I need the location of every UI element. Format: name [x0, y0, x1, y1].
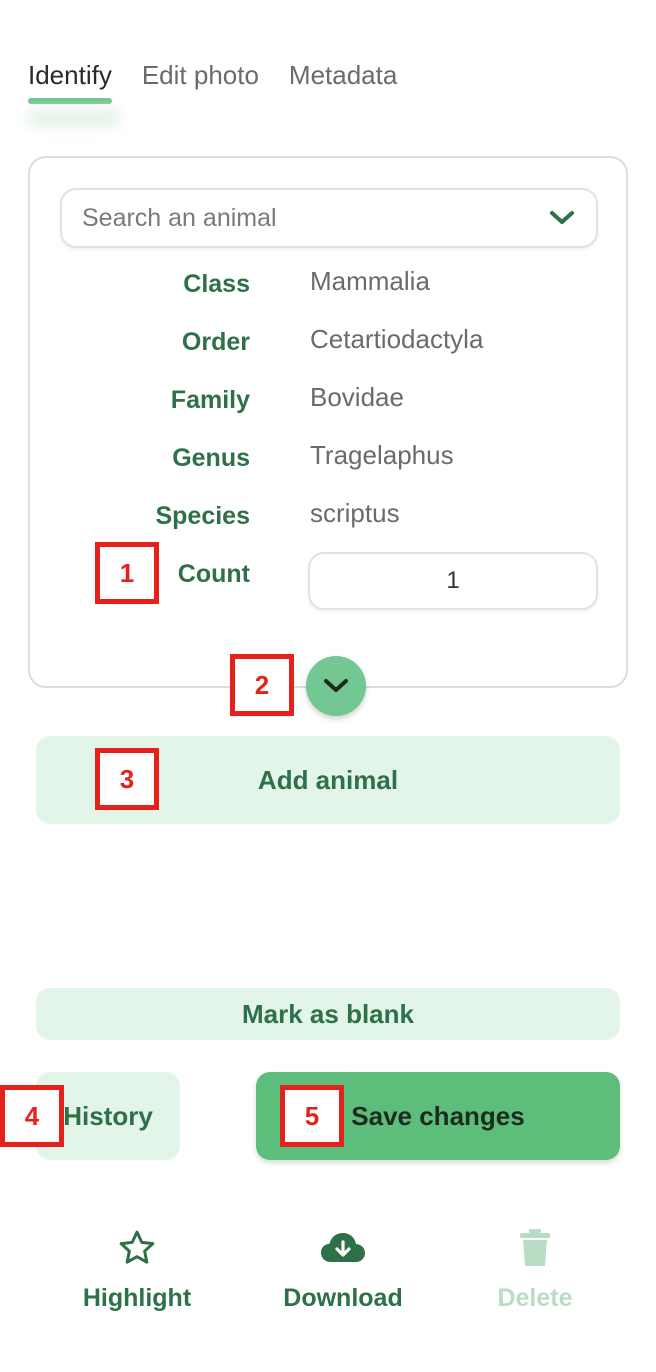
tab-metadata[interactable]: Metadata: [289, 56, 397, 104]
download-action[interactable]: Download: [263, 1226, 423, 1326]
annotation-marker-3: 3: [95, 748, 159, 810]
animal-search-select[interactable]: [60, 188, 598, 248]
family-label: Family: [170, 386, 250, 414]
order-label: Order: [181, 328, 250, 356]
taxonomy-row-class: Class Mammalia: [30, 266, 630, 310]
star-icon: [117, 1226, 157, 1270]
taxonomy-row-order: Order Cetartiodactyla: [30, 324, 630, 368]
chevron-down-icon[interactable]: [548, 204, 576, 232]
annotation-marker-2: 2: [230, 654, 294, 716]
expand-button[interactable]: [306, 656, 366, 716]
annotation-marker-5: 5: [280, 1085, 344, 1147]
mark-as-blank-button[interactable]: Mark as blank: [36, 988, 620, 1040]
download-label: Download: [283, 1284, 403, 1312]
genus-label: Genus: [172, 444, 250, 472]
tab-identify[interactable]: Identify: [28, 56, 112, 104]
annotation-marker-1: 1: [95, 542, 159, 604]
search-input[interactable]: [82, 203, 548, 233]
delete-action[interactable]: Delete: [455, 1226, 615, 1326]
family-value: Bovidae: [310, 382, 404, 412]
tab-shadow: [28, 108, 120, 128]
cloud-download-icon: [319, 1226, 367, 1270]
taxonomy-row-species: Species scriptus: [30, 498, 630, 542]
count-label: Count: [177, 560, 250, 588]
trash-icon: [518, 1226, 552, 1270]
class-value: Mammalia: [310, 266, 430, 296]
highlight-action[interactable]: Highlight: [57, 1226, 217, 1326]
tab-edit-photo[interactable]: Edit photo: [142, 56, 259, 104]
chevron-down-icon: [324, 679, 348, 692]
tab-bar: Identify Edit photo Metadata: [28, 56, 397, 104]
species-label: Species: [155, 502, 250, 530]
species-value: scriptus: [310, 498, 400, 528]
count-input[interactable]: 1: [308, 552, 598, 610]
genus-value: Tragelaphus: [310, 440, 454, 470]
taxonomy-row-genus: Genus Tragelaphus: [30, 440, 630, 484]
annotation-marker-4: 4: [0, 1085, 64, 1147]
identify-card: Class Mammalia Order Cetartiodactyla Fam…: [28, 156, 628, 688]
delete-label: Delete: [497, 1284, 573, 1312]
highlight-label: Highlight: [82, 1284, 192, 1312]
class-label: Class: [183, 270, 250, 298]
taxonomy-row-family: Family Bovidae: [30, 382, 630, 426]
order-value: Cetartiodactyla: [310, 324, 484, 354]
